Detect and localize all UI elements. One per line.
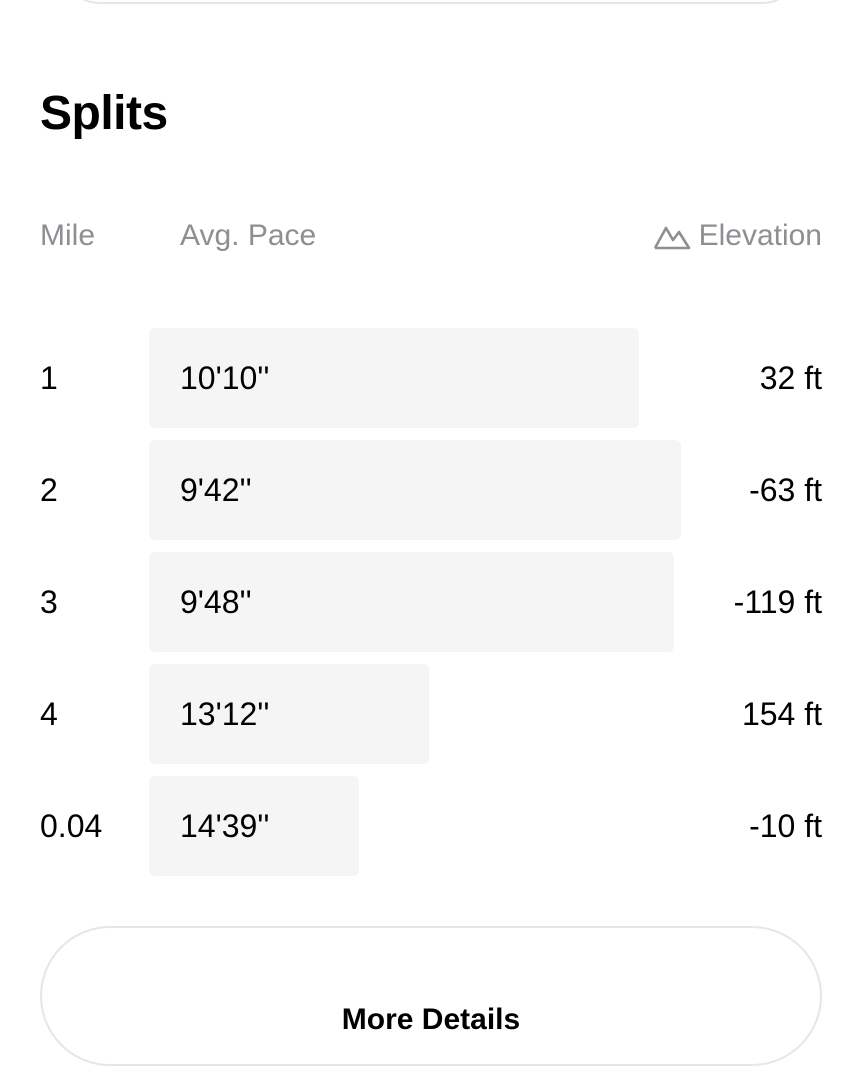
- split-pace: 9'42'': [180, 472, 252, 508]
- previous-card: [60, 0, 802, 4]
- split-row: 0.04 14'39'' -10 ft: [0, 776, 862, 876]
- split-row: 4 13'12'' 154 ft: [0, 664, 862, 764]
- mountain-icon: [653, 222, 691, 250]
- mile-column-header: Mile: [40, 219, 96, 252]
- split-pace: 10'10'': [180, 360, 270, 396]
- splits-title: Splits: [40, 87, 168, 140]
- split-mile: 0.04: [40, 808, 103, 844]
- split-elevation: -119 ft: [733, 584, 822, 620]
- more-details-button[interactable]: More Details: [40, 926, 822, 1066]
- split-row: 2 9'42'' -63 ft: [0, 440, 862, 540]
- split-elevation: 32 ft: [759, 360, 822, 396]
- split-row: 3 9'48'' -119 ft: [0, 552, 862, 652]
- split-elevation: -10 ft: [749, 808, 822, 844]
- splits-table: 1 10'10'' 32 ft 2 9'42'' -63 ft 3 9'48''…: [0, 328, 862, 888]
- split-pace: 9'48'': [180, 584, 252, 620]
- elevation-header-label: Elevation: [698, 219, 822, 252]
- split-pace: 14'39'': [180, 808, 270, 844]
- split-elevation: 154 ft: [741, 696, 822, 732]
- split-mile: 4: [40, 696, 58, 732]
- split-pace: 13'12'': [180, 696, 270, 732]
- elevation-column-header: Elevation: [653, 218, 822, 254]
- pace-column-header: Avg. Pace: [180, 219, 317, 252]
- split-elevation: -63 ft: [749, 472, 822, 508]
- split-mile: 1: [40, 360, 58, 396]
- split-mile: 2: [40, 472, 58, 508]
- split-mile: 3: [40, 584, 58, 620]
- split-row: 1 10'10'' 32 ft: [0, 328, 862, 428]
